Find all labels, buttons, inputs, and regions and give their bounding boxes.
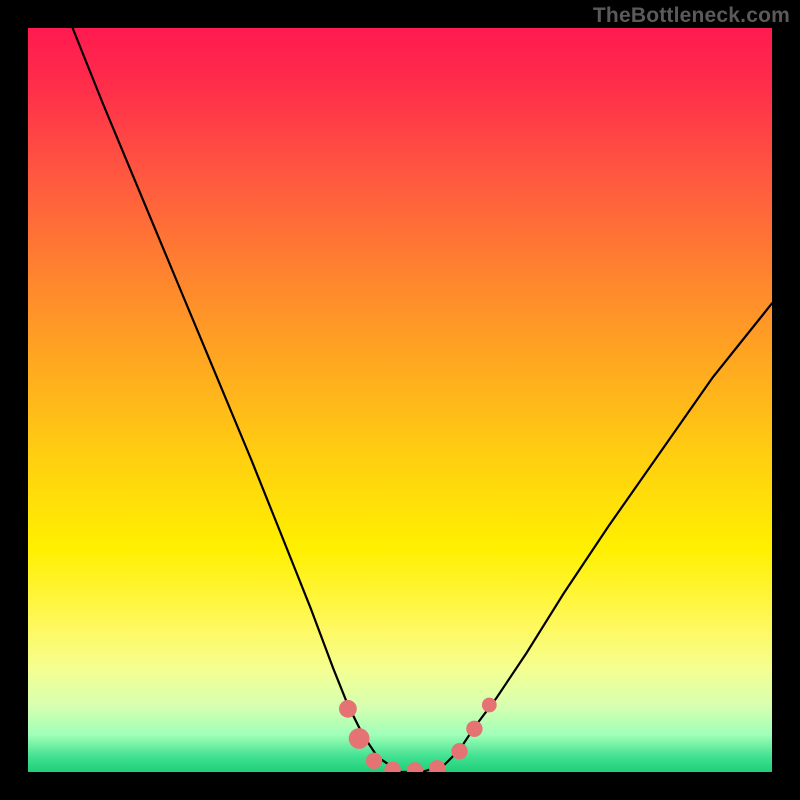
chart-svg xyxy=(28,28,772,772)
dot-valley-b xyxy=(407,762,423,772)
dot-valley-c xyxy=(429,760,445,772)
dot-right-upper xyxy=(482,698,497,713)
dot-left-upper xyxy=(339,700,357,718)
dot-right-mid xyxy=(466,721,482,737)
chart-frame: TheBottleneck.com xyxy=(0,0,800,800)
dot-left-lower xyxy=(366,753,382,769)
bottleneck-curve xyxy=(73,28,772,772)
marker-group xyxy=(339,698,497,772)
dot-right-lower xyxy=(451,743,467,759)
plot-area xyxy=(28,28,772,772)
dot-left-mid xyxy=(349,728,370,749)
watermark-text: TheBottleneck.com xyxy=(593,4,790,28)
